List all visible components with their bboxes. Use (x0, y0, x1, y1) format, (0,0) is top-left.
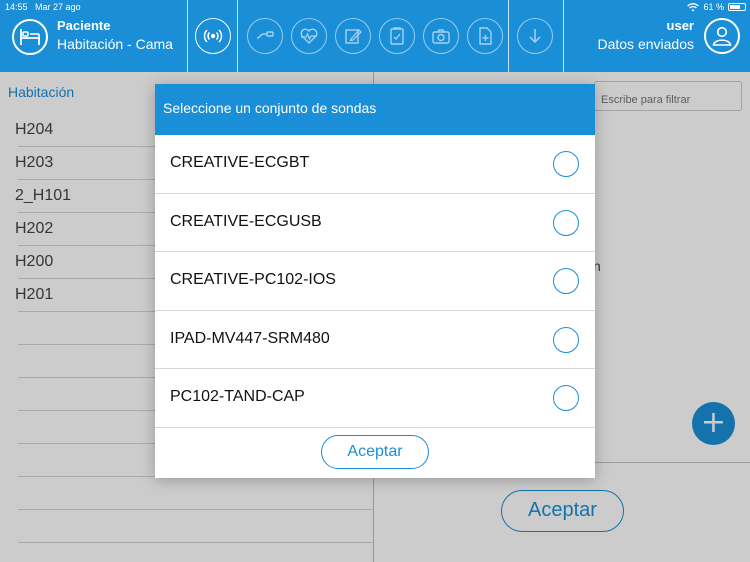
radio-button[interactable] (553, 209, 579, 236)
camera-icon (432, 29, 450, 44)
patient-label: Paciente (57, 18, 111, 33)
edit-icon (345, 29, 362, 44)
probe-option-label: CREATIVE-PC102-IOS (170, 271, 336, 288)
probe-set-dialog: Seleccione un conjunto de sondas CREATIV… (155, 84, 595, 478)
probe-option[interactable]: CREATIVE-PC102-IOS (155, 252, 595, 311)
toolbar-divider (237, 0, 238, 72)
document-icon (479, 27, 492, 45)
status-date: Mar 27 ago (35, 2, 81, 12)
radio-button[interactable] (553, 385, 579, 411)
data-status-label: Datos enviados (597, 36, 694, 52)
toolbar-divider (187, 0, 188, 72)
camera-button[interactable] (423, 18, 459, 54)
top-bar: 14:55 Mar 27 ago 61 % Paciente Habitació… (0, 0, 750, 72)
download-button[interactable] (517, 18, 553, 54)
clipboard-button[interactable] (379, 18, 415, 54)
heart-monitor-icon (300, 28, 318, 44)
probe-button[interactable] (247, 18, 283, 54)
broadcast-button[interactable] (195, 18, 231, 54)
toolbar-divider (508, 0, 509, 72)
room-bed-label: Habitación - Cama (57, 36, 173, 52)
patient-info[interactable]: Paciente Habitación - Cama (57, 17, 173, 53)
radio-button[interactable] (553, 151, 579, 177)
clipboard-icon (390, 27, 404, 45)
probe-option[interactable]: PC102-TAND-CAP (155, 369, 595, 428)
battery-percent: 61 % (703, 2, 724, 12)
status-indicators: 61 % (687, 2, 746, 12)
heart-monitor-button[interactable] (291, 18, 327, 54)
wifi-icon (687, 2, 700, 11)
download-icon (529, 29, 541, 44)
toolbar-divider (563, 0, 564, 72)
probe-option-label: CREATIVE-ECGUSB (170, 212, 322, 230)
user-label: user (666, 18, 694, 33)
dialog-accept-button[interactable]: Aceptar (321, 435, 429, 469)
probe-icon (256, 31, 274, 39)
radio-button[interactable] (553, 326, 579, 353)
battery-icon (728, 3, 746, 11)
edit-button[interactable] (335, 18, 371, 54)
broadcast-icon (203, 29, 223, 43)
probe-option-label: PC102-TAND-CAP (170, 388, 305, 405)
probe-option-label: CREATIVE-ECGBT (170, 154, 310, 171)
status-time-date: 14:55 Mar 27 ago (5, 2, 81, 12)
probe-option[interactable]: CREATIVE-ECGBT (155, 135, 595, 194)
dialog-title: Seleccione un conjunto de sondas (155, 84, 595, 135)
document-button[interactable] (467, 18, 503, 54)
bed-icon[interactable] (12, 19, 48, 55)
probe-option[interactable]: IPAD-MV447-SRM480 (155, 311, 595, 369)
user-info[interactable]: user Datos enviados (597, 17, 694, 53)
probe-option-label: IPAD-MV447-SRM480 (170, 329, 330, 347)
user-avatar-icon[interactable] (704, 18, 740, 54)
probe-option[interactable]: CREATIVE-ECGUSB (155, 194, 595, 252)
status-time: 14:55 (5, 2, 28, 12)
radio-button[interactable] (553, 268, 579, 294)
